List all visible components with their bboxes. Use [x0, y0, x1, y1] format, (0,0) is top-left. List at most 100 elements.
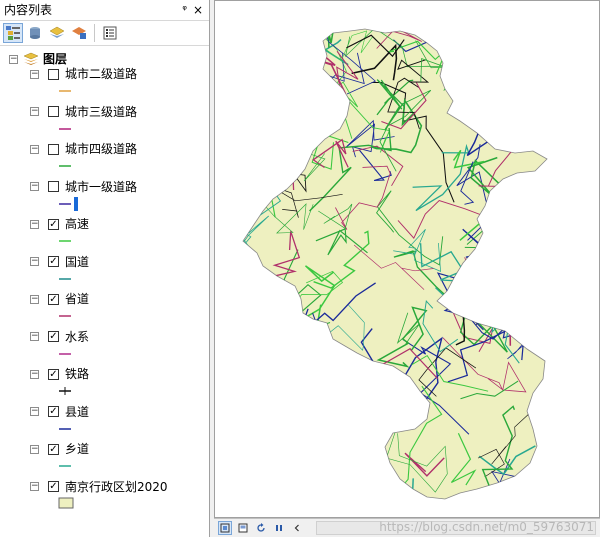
layer-row[interactable]: − ✓ 国道 — [30, 253, 89, 271]
layer-row[interactable]: − ✓ 水系 — [30, 328, 89, 346]
layer-name: 乡道 — [65, 442, 90, 456]
road-segment — [243, 84, 313, 135]
road-segment — [251, 283, 297, 339]
road-segment — [312, 397, 371, 432]
road-segment — [243, 42, 252, 116]
list-by-source-button[interactable] — [25, 23, 45, 43]
road-segment — [260, 29, 317, 64]
layer-visibility-checkbox[interactable]: ✓ — [48, 368, 59, 380]
collapse-icon[interactable]: − — [30, 69, 39, 79]
layer-visibility-checkbox[interactable] — [48, 106, 59, 117]
layer-legend-symbol — [59, 427, 71, 430]
road-segment — [482, 42, 513, 76]
pin-icon[interactable]: ᵠ — [182, 0, 187, 20]
layer-visibility-checkbox[interactable]: ✓ — [48, 293, 59, 305]
map-view[interactable] — [214, 0, 600, 518]
layer-visibility-checkbox[interactable]: ✓ — [48, 331, 59, 342]
layer-row[interactable]: − 城市四级道路 — [30, 140, 137, 158]
road-segment — [276, 71, 302, 113]
toolbar-separator — [94, 24, 95, 42]
toc-title-bar: 内容列表 ᵠ × — [0, 0, 209, 21]
collapse-icon[interactable]: − — [30, 332, 39, 341]
nanjing-map[interactable] — [215, 1, 599, 517]
layer-name: 南京行政区划2020 — [65, 479, 168, 494]
close-icon[interactable]: × — [193, 0, 203, 20]
road-segment — [243, 283, 246, 313]
collapse-icon[interactable]: − — [30, 444, 39, 454]
layer-name: 城市二级道路 — [65, 67, 138, 81]
road-segment — [255, 425, 299, 459]
collapse-icon[interactable]: − — [30, 407, 39, 416]
pause-drawing-button[interactable] — [272, 521, 286, 535]
road-segment — [265, 354, 302, 424]
layer-row[interactable]: − ✓ 县道 — [30, 403, 89, 421]
layer-legend-symbol — [59, 352, 71, 355]
road-segment — [299, 312, 325, 371]
list-by-selection-button[interactable] — [69, 23, 89, 43]
layer-legend-symbol — [59, 277, 71, 280]
layer-name: 省道 — [65, 292, 90, 306]
layer-visibility-checkbox[interactable]: ✓ — [48, 443, 59, 455]
layer-visibility-checkbox[interactable] — [48, 143, 59, 155]
road-segment — [419, 29, 491, 44]
road-segment — [269, 356, 323, 374]
layer-visibility-checkbox[interactable] — [48, 181, 59, 192]
refresh-button[interactable] — [254, 521, 268, 535]
road-segment — [297, 430, 326, 443]
chevron-left-icon — [294, 524, 299, 532]
layer-visibility-checkbox[interactable]: ✓ — [48, 218, 59, 230]
road-segment — [472, 29, 515, 66]
refresh-icon — [257, 523, 265, 532]
layers-icon — [49, 26, 65, 38]
layer-row[interactable]: − ✓ 铁路 — [30, 365, 89, 383]
selection-layers-icon — [72, 27, 86, 39]
layer-row[interactable]: − ✓ 乡道 — [30, 440, 89, 458]
legend-selection-bar — [74, 196, 78, 211]
options-list-icon — [103, 26, 117, 40]
collapse-icon[interactable]: − — [30, 182, 39, 191]
collapse-icon[interactable]: − — [30, 369, 39, 379]
layer-legend-symbol — [59, 240, 71, 242]
road-segment — [243, 289, 246, 320]
scroll-left-button[interactable] — [290, 521, 304, 535]
road-segment — [473, 97, 547, 132]
collapse-icon[interactable]: − — [9, 54, 18, 64]
layer-row[interactable]: − 城市二级道路 — [30, 65, 137, 83]
layer-row[interactable]: − 城市三级道路 — [30, 103, 137, 121]
layout-view-button[interactable] — [236, 521, 250, 535]
layer-visibility-checkbox[interactable] — [48, 68, 59, 80]
road-segment — [243, 338, 309, 388]
layer-row[interactable]: − ✓ 省道 — [30, 290, 89, 308]
collapse-icon[interactable]: − — [30, 294, 39, 304]
road-segment — [329, 347, 371, 464]
layer-name: 国道 — [65, 254, 90, 269]
layer-row[interactable]: − 城市一级道路 — [30, 178, 137, 196]
toc-title: 内容列表 — [4, 3, 53, 17]
collapse-icon[interactable]: − — [30, 219, 39, 229]
collapse-icon[interactable]: − — [30, 257, 39, 266]
data-view-button[interactable] — [218, 521, 232, 535]
layer-visibility-checkbox[interactable]: ✓ — [48, 481, 59, 492]
road-segment — [243, 362, 263, 483]
drawing-order-icon — [6, 26, 20, 40]
road-segment — [243, 304, 247, 339]
layer-visibility-checkbox[interactable]: ✓ — [48, 256, 59, 267]
layer-legend-symbol — [59, 127, 71, 130]
road-segment — [326, 451, 355, 491]
collapse-icon[interactable]: − — [30, 482, 39, 491]
pause-icon — [276, 525, 282, 531]
options-button[interactable] — [100, 23, 120, 43]
road-segment — [524, 29, 547, 43]
layer-name: 铁路 — [65, 367, 90, 381]
road-segment — [271, 29, 353, 30]
collapse-icon[interactable]: − — [30, 107, 39, 116]
list-by-visibility-button[interactable] — [47, 23, 67, 43]
layer-row[interactable]: − ✓ 南京行政区划2020 — [30, 478, 168, 496]
collapse-icon[interactable]: − — [30, 144, 39, 154]
list-by-drawing-order-button[interactable] — [3, 23, 23, 43]
layout-view-icon — [238, 523, 248, 533]
data-view-icon — [220, 523, 230, 533]
toc-toolbar — [0, 21, 209, 46]
layer-row[interactable]: − ✓ 高速 — [30, 215, 89, 233]
layer-visibility-checkbox[interactable]: ✓ — [48, 406, 59, 417]
